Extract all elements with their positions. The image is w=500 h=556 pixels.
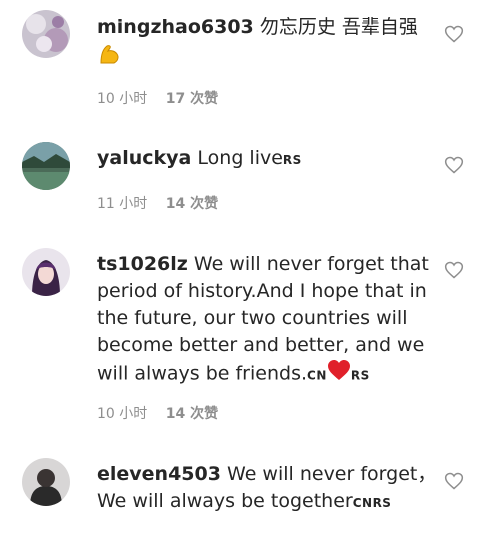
flexed-biceps-icon	[97, 41, 123, 75]
avatar-image	[22, 458, 70, 506]
comment-likes-count[interactable]: 14 次赞	[166, 406, 218, 422]
comment-username[interactable]: eleven4503	[97, 463, 221, 485]
avatar[interactable]	[22, 248, 70, 296]
red-heart-icon	[327, 359, 351, 389]
like-button[interactable]	[444, 471, 464, 491]
comment-flag-rs: RS	[350, 368, 370, 383]
comment-username[interactable]: yaluckya	[97, 147, 191, 169]
comment-timestamp: 11 小时	[97, 196, 148, 212]
comment-username[interactable]: mingzhao6303	[97, 16, 254, 38]
comment-timestamp: 10 小时	[97, 91, 148, 107]
comment-text: 勿忘历史 吾辈自强	[259, 16, 418, 38]
like-button[interactable]	[444, 260, 464, 280]
comment-flag-suffix: RS	[282, 153, 302, 167]
comment-flag-suffix: CNRS	[352, 496, 392, 510]
avatar-image	[22, 10, 70, 58]
heart-outline-icon	[444, 472, 464, 490]
heart-outline-icon	[444, 261, 464, 279]
like-button[interactable]	[444, 155, 464, 175]
comment-text: Long live	[197, 147, 283, 169]
heart-outline-icon	[444, 156, 464, 174]
heart-outline-icon	[444, 25, 464, 43]
avatar[interactable]	[22, 10, 70, 58]
comment-username[interactable]: ts1026lz	[97, 253, 188, 275]
like-button[interactable]	[444, 24, 464, 44]
avatar[interactable]	[22, 458, 70, 506]
avatar-image	[22, 248, 70, 296]
comment-likes-count[interactable]: 14 次赞	[166, 196, 218, 212]
comment-flag-cn: CN	[307, 368, 327, 383]
comment-likes-count[interactable]: 17 次赞	[166, 91, 218, 107]
avatar[interactable]	[22, 142, 70, 190]
comment-timestamp: 10 小时	[97, 406, 148, 422]
avatar-image	[22, 142, 70, 190]
